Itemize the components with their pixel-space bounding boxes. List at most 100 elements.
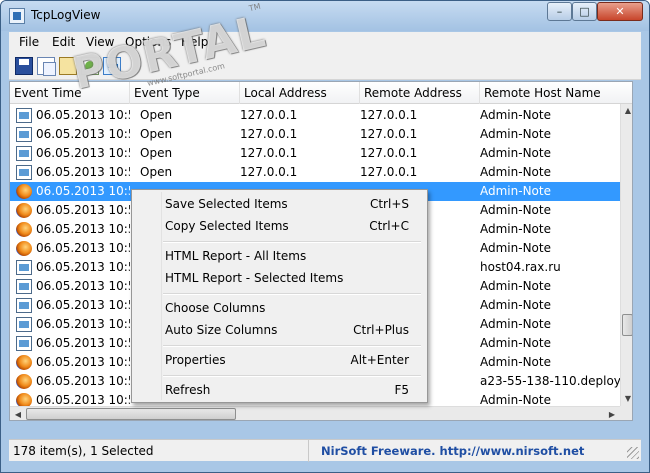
column-local-address[interactable]: Local Address <box>240 82 360 104</box>
properties-icon[interactable] <box>59 57 77 75</box>
cell-host: a23-55-138-110.deploy.a... <box>480 374 620 388</box>
cell-time: 06.05.2013 10:55:... <box>36 279 130 293</box>
context-item-copy-selected-items[interactable]: Copy Selected Items Ctrl+C <box>135 215 424 237</box>
context-item-choose-columns[interactable]: Choose Columns <box>135 297 424 319</box>
context-menu-separator <box>163 345 421 347</box>
menu-edit[interactable]: Edit <box>52 35 75 49</box>
menu-help[interactable]: Help <box>181 35 208 49</box>
column-remote-host[interactable]: Remote Host Name <box>480 82 632 104</box>
horizontal-scroll-thumb[interactable] <box>26 408 236 420</box>
close-button[interactable]: ✕ <box>597 2 643 21</box>
cell-time: 06.05.2013 10:55:... <box>36 146 130 160</box>
table-row[interactable]: 06.05.2013 10:55:... Open 127.0.0.1 127.0.0… <box>10 163 620 182</box>
cell-host: Admin-Note <box>480 317 551 331</box>
context-item-shortcut: Ctrl+S <box>369 197 409 211</box>
vertical-scrollbar[interactable]: ▲ ▼ <box>620 104 632 406</box>
copy-icon[interactable] <box>37 57 56 76</box>
menu-options[interactable]: Options <box>125 35 171 49</box>
scroll-right-icon[interactable]: ▶ <box>605 407 619 420</box>
scroll-down-icon[interactable]: ▼ <box>622 392 632 406</box>
cell-type: Open <box>140 146 173 160</box>
cell-host: Admin-Note <box>480 203 551 217</box>
context-item-html-report-selected-items[interactable]: HTML Report - Selected Items <box>135 267 424 289</box>
cell-host: Admin-Note <box>480 222 551 236</box>
horizontal-scrollbar[interactable]: ◀ ▶ <box>10 406 620 420</box>
cell-host: Admin-Note <box>480 336 551 350</box>
context-item-shortcut: F5 <box>394 383 409 397</box>
cell-local: 127.0.0.1 <box>240 108 298 122</box>
cell-host: host04.rax.ru <box>480 260 561 274</box>
vertical-scroll-thumb[interactable] <box>622 314 632 336</box>
context-item-auto-size-columns[interactable]: Auto Size Columns Ctrl+Plus <box>135 319 424 341</box>
context-item-save-selected-items[interactable]: Save Selected Items Ctrl+S <box>135 193 424 215</box>
cell-type: Open <box>140 108 173 122</box>
application-icon <box>16 127 32 142</box>
firefox-icon <box>16 374 32 389</box>
cell-host: Admin-Note <box>480 279 551 293</box>
cell-type: Open <box>140 165 173 179</box>
menu-file[interactable]: File <box>19 35 39 49</box>
cell-time: 06.05.2013 10:55:... <box>36 241 130 255</box>
cell-time: 06.05.2013 10:55:... <box>36 336 130 350</box>
context-item-shortcut: Ctrl+C <box>369 219 409 233</box>
cell-time: 06.05.2013 10:55:... <box>36 108 130 122</box>
cell-host: Admin-Note <box>480 108 551 122</box>
window-title: TcpLogView <box>31 8 101 22</box>
column-event-type[interactable]: Event Type <box>130 82 240 104</box>
html-report-icon[interactable] <box>81 57 99 75</box>
minimize-button[interactable]: – <box>547 2 572 21</box>
firefox-icon <box>16 222 32 237</box>
status-credit-link[interactable]: NirSoft Freeware. http://www.nirsoft.net <box>321 440 584 462</box>
cell-time: 06.05.2013 10:55:... <box>36 317 130 331</box>
cell-local: 127.0.0.1 <box>240 127 298 141</box>
cell-host: Admin-Note <box>480 241 551 255</box>
cell-time: 06.05.2013 10:55:... <box>36 260 130 274</box>
application-icon <box>16 298 32 313</box>
cell-host: Admin-Note <box>480 127 551 141</box>
cell-host: Admin-Note <box>480 355 551 369</box>
context-item-label: Properties <box>165 353 226 367</box>
cell-time: 06.05.2013 10:55:... <box>36 355 130 369</box>
context-item-refresh[interactable]: Refresh F5 <box>135 379 424 401</box>
context-item-label: Refresh <box>165 383 211 397</box>
cell-local: 127.0.0.1 <box>240 165 298 179</box>
scroll-corner <box>620 406 632 420</box>
context-item-html-report-all-items[interactable]: HTML Report - All Items <box>135 245 424 267</box>
menu-view[interactable]: View <box>86 35 114 49</box>
cell-host: Admin-Note <box>480 298 551 312</box>
maximize-button[interactable]: □ <box>572 2 597 21</box>
firefox-icon <box>16 203 32 218</box>
status-bar: 178 item(s), 1 Selected NirSoft Freeware… <box>9 439 641 462</box>
column-event-time[interactable]: Event Time <box>10 82 130 104</box>
app-window: TcpLogView – □ ✕ File Edit View Options … <box>0 0 650 473</box>
cell-time: 06.05.2013 10:55:... <box>36 165 130 179</box>
application-icon <box>16 146 32 161</box>
status-count: 178 item(s), 1 Selected <box>9 440 309 462</box>
context-item-properties[interactable]: Properties Alt+Enter <box>135 349 424 371</box>
table-row[interactable]: 06.05.2013 10:55:... Open 127.0.0.1 127.0.0… <box>10 144 620 163</box>
application-icon <box>16 336 32 351</box>
save-icon[interactable] <box>15 57 33 75</box>
application-icon <box>16 317 32 332</box>
context-item-label: Choose Columns <box>165 301 266 315</box>
context-menu-separator <box>163 241 421 243</box>
scroll-left-icon[interactable]: ◀ <box>11 407 25 420</box>
exit-icon[interactable] <box>103 57 121 75</box>
toolbar <box>9 52 641 80</box>
cell-time: 06.05.2013 10:55:... <box>36 203 130 217</box>
firefox-icon <box>16 184 32 199</box>
resize-grip-icon[interactable] <box>627 447 639 459</box>
app-icon <box>9 8 25 24</box>
title-bar[interactable]: TcpLogView – □ ✕ <box>1 1 649 31</box>
cell-remote: 127.0.0.1 <box>360 165 418 179</box>
firefox-icon <box>16 241 32 256</box>
cell-time: 06.05.2013 10:55:... <box>36 184 130 198</box>
scroll-up-icon[interactable]: ▲ <box>622 104 632 118</box>
cell-time: 06.05.2013 10:55:... <box>36 374 130 388</box>
column-remote-address[interactable]: Remote Address <box>360 82 480 104</box>
context-menu-separator <box>163 293 421 295</box>
context-item-shortcut: Ctrl+Plus <box>353 323 409 337</box>
cell-remote: 127.0.0.1 <box>360 108 418 122</box>
table-row[interactable]: 06.05.2013 10:55:... Open 127.0.0.1 127.0.0… <box>10 106 620 125</box>
table-row[interactable]: 06.05.2013 10:55:... Open 127.0.0.1 127.0.0… <box>10 125 620 144</box>
